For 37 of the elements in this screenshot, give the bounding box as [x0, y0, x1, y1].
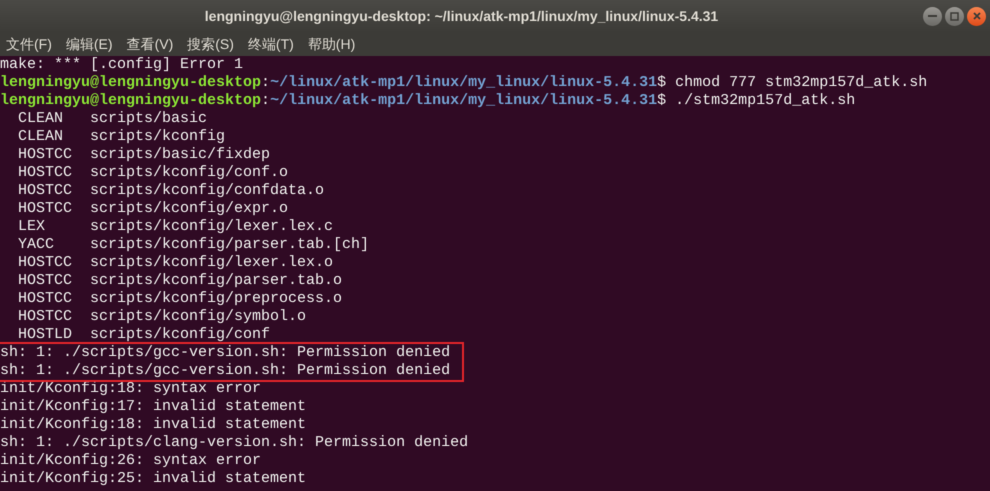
terminal-line: init/Kconfig:26: syntax error [0, 452, 262, 470]
close-button[interactable] [967, 6, 986, 26]
terminal-line: HOSTCC scripts/kconfig/symbol.o [17, 308, 306, 326]
terminal-line: HOSTLD scripts/kconfig/conf [17, 326, 270, 344]
terminal-line: sh: 1: ./scripts/clang-version.sh: Permission denied [0, 434, 468, 452]
minimize-button[interactable] [923, 6, 942, 26]
menu-item[interactable]: 文件(F) [6, 37, 52, 51]
menu-item[interactable]: 终端(T) [248, 37, 294, 51]
terminal-line: init/Kconfig:25: invalid statement [0, 470, 306, 488]
terminal-line: sh: 1: ./scripts/gcc-version.sh: Permission denied [0, 362, 450, 380]
terminal-line: HOSTCC scripts/kconfig/conf.o [17, 164, 288, 182]
terminal-line: sh: 1: ./scripts/gcc-version.sh: Permission denied [0, 344, 450, 362]
terminal-line: HOSTCC scripts/kconfig/preprocess.o [17, 290, 342, 308]
terminal-line: init/Kconfig:17: invalid statement [0, 398, 306, 416]
terminal-line: YACC scripts/kconfig/parser.tab.[ch] [17, 236, 370, 254]
terminal-line: lengningyu@lengningyu-desktop:~/linux/atk-mp1/linux/my_linux/linux-5.4.31$ chmod 777 stm32mp157d_atk.sh [0, 74, 928, 92]
terminal-line: HOSTCC scripts/basic/fixdep [17, 146, 270, 164]
terminal-line: HOSTCC scripts/kconfig/confdata.o [17, 182, 324, 200]
terminal-line: make: *** [.config] Error 1 [0, 56, 244, 74]
close-icon [972, 12, 980, 20]
maximize-icon [950, 12, 959, 20]
menu-item[interactable]: 编辑(E) [66, 37, 113, 51]
menu-item[interactable]: 搜索(S) [187, 37, 234, 51]
terminal-line: LEX scripts/kconfig/lexer.lex.c [17, 218, 334, 236]
terminal-line: HOSTCC scripts/kconfig/expr.o [17, 200, 288, 218]
terminal-line: init/Kconfig:18: invalid statement [0, 416, 306, 434]
terminal-line: HOSTCC scripts/kconfig/lexer.lex.o [17, 254, 334, 272]
terminal-line: lengningyu@lengningyu-desktop:~/linux/atk-mp1/linux/my_linux/linux-5.4.31$ ./stm32mp157d_atk.sh [0, 92, 856, 110]
terminal-line: CLEAN scripts/basic [17, 110, 208, 128]
terminal-line: init/Kconfig:18: syntax error [0, 380, 262, 398]
menu-item[interactable]: 查看(V) [126, 37, 174, 51]
window-title: lengningyu@lengningyu-desktop: ~/linux/atk-mp1/linux/my_linux/linux-5.4.31 [204, 6, 720, 26]
terminal-line: CLEAN scripts/kconfig [17, 128, 226, 146]
minimize-icon [928, 15, 937, 17]
menu-item[interactable]: 帮助(H) [308, 37, 356, 51]
terminal-line: HOSTCC scripts/kconfig/parser.tab.o [17, 272, 342, 290]
maximize-button[interactable] [945, 6, 964, 26]
